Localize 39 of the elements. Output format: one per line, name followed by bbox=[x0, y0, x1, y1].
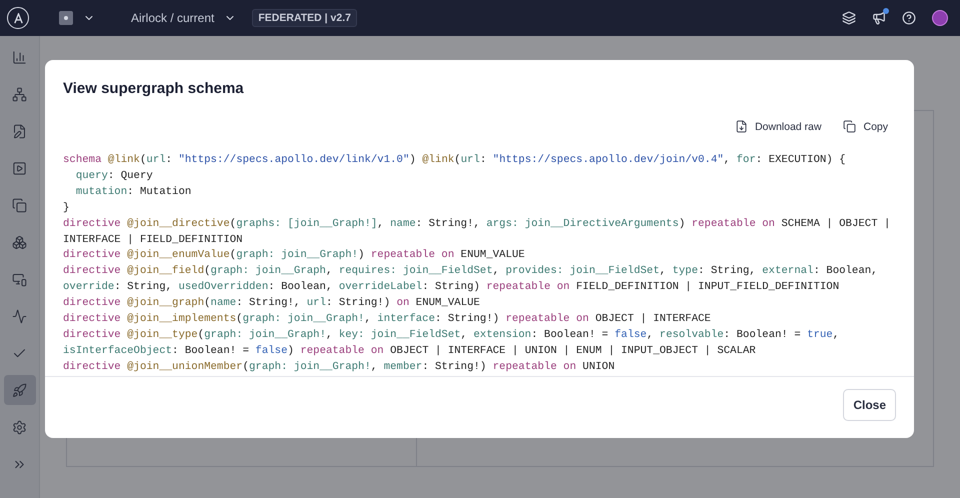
chart-icon bbox=[12, 50, 27, 64]
dialog-title: View supergraph schema bbox=[62, 79, 245, 97]
code-line: override: String, usedOverridden: Boolean, overrideLabel: String) repeatable on FIELD_DEFINITION | INPUT_FIELD_DEFINITION bbox=[63, 280, 840, 296]
cubes-icon bbox=[12, 234, 27, 250]
layers-icon[interactable] bbox=[842, 11, 856, 25]
download-raw-button[interactable]: Download raw bbox=[734, 120, 822, 133]
code-line: directive @join__graph(name: String!, url: String!) on ENUM_VALUE bbox=[63, 296, 480, 312]
logo-icon[interactable] bbox=[7, 7, 29, 29]
download-icon bbox=[734, 120, 748, 133]
code-line: isInterfaceObject: Boolean! = false) repeatable on OBJECT | INTERFACE | UNION | ENUM | INPUT_OBJECT | SCALAR bbox=[63, 344, 756, 359]
sidebar-item[interactable] bbox=[4, 375, 36, 405]
code-line: INTERFACE | FIELD_DEFINITION bbox=[63, 232, 243, 248]
copy-icon bbox=[12, 198, 27, 212]
code-line: directive @join__field(graph: join__Graph, requires: join__FieldSet, provides: join__FieldSet, type: String, external: Boolean, bbox=[63, 264, 878, 280]
project-selector[interactable]: Airlock / current bbox=[131, 11, 214, 25]
edit-icon bbox=[12, 124, 27, 138]
copy-icon bbox=[843, 120, 856, 133]
code-line: query: Query bbox=[74, 168, 153, 184]
code-line: schema @link(url: "https://specs.apollo.dev/link/v1.0") @link(url: "https://specs.apollo.dev/join/v0.4", for: EXECUTION) { bbox=[63, 153, 846, 168]
play-icon bbox=[12, 160, 27, 176]
help-icon[interactable] bbox=[902, 11, 916, 25]
pulse-icon bbox=[12, 308, 27, 324]
code-line: directive @join__enumValue(graph: join__Graph!) repeatable on ENUM_VALUE bbox=[63, 248, 525, 264]
monitor-icon bbox=[12, 272, 27, 286]
code-line: directive @join__type(graph: join__Graph!, key: join__FieldSet, extension: Boolean! = false, resolvable: Boolean! = true, bbox=[63, 328, 840, 343]
federation-version-badge: FEDERATED | v2.7 bbox=[252, 9, 357, 27]
rocket-icon bbox=[12, 382, 27, 398]
megaphone-icon[interactable] bbox=[872, 11, 886, 25]
code-line: mutation: Mutation bbox=[74, 184, 192, 200]
close-button[interactable]: Close bbox=[843, 389, 896, 421]
code-line: directive @join__unionMember(graph: join__Graph!, member: String!) repeatable on UNION bbox=[63, 360, 615, 375]
code-line: } bbox=[63, 200, 70, 216]
avatar[interactable] bbox=[932, 10, 948, 26]
gear-icon bbox=[12, 420, 27, 434]
org-icon[interactable] bbox=[59, 11, 73, 25]
copy-button[interactable]: Copy bbox=[843, 120, 888, 133]
code-line: directive @join__implements(graph: join__Graph!, interface: String!) repeatable on OBJECT | INTERFACE bbox=[63, 312, 711, 328]
code-line: directive @join__directive(graphs: [join__Graph!], name: String!, args: join__DirectiveArguments) repeatable on SCHEMA | OBJECT | bbox=[63, 216, 890, 232]
graph-icon bbox=[12, 86, 27, 102]
